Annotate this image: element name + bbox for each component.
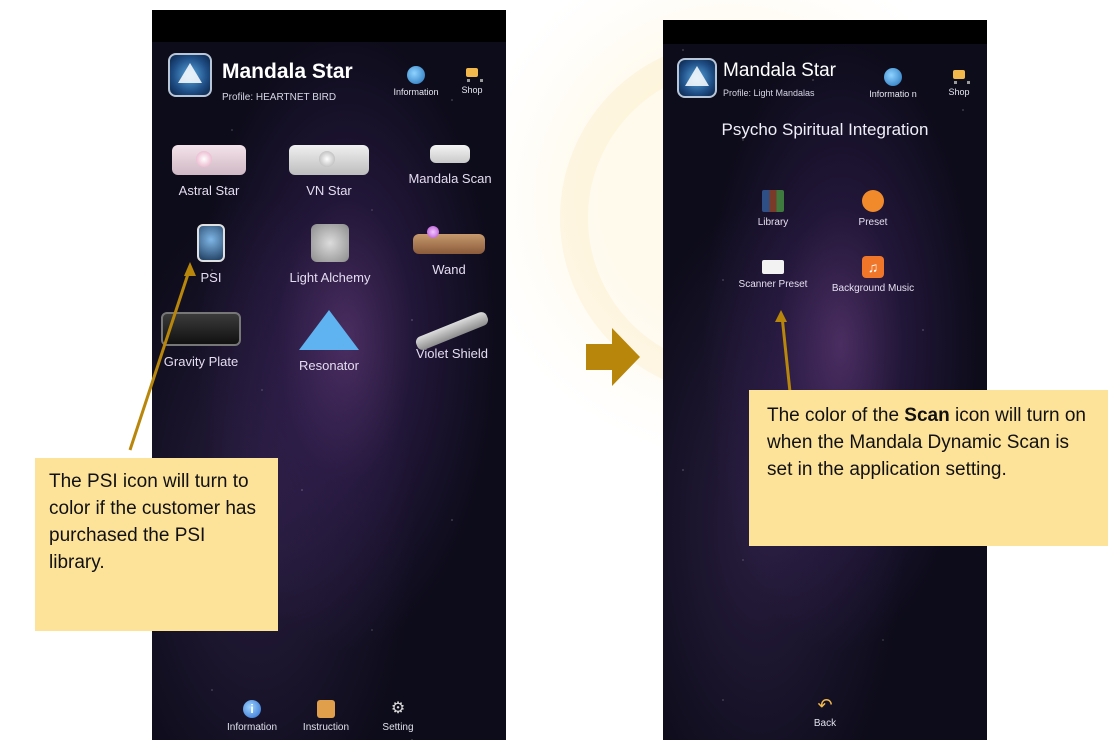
right-callout: The color of the Scan icon will turn on … [749,390,1108,546]
left-callout-text: The PSI icon will turn to color if the c… [49,471,256,573]
right-callout-text-1: The color of the [767,405,905,426]
right-callout-bold: Scan [904,405,950,426]
left-callout: The PSI icon will turn to color if the c… [35,458,278,631]
